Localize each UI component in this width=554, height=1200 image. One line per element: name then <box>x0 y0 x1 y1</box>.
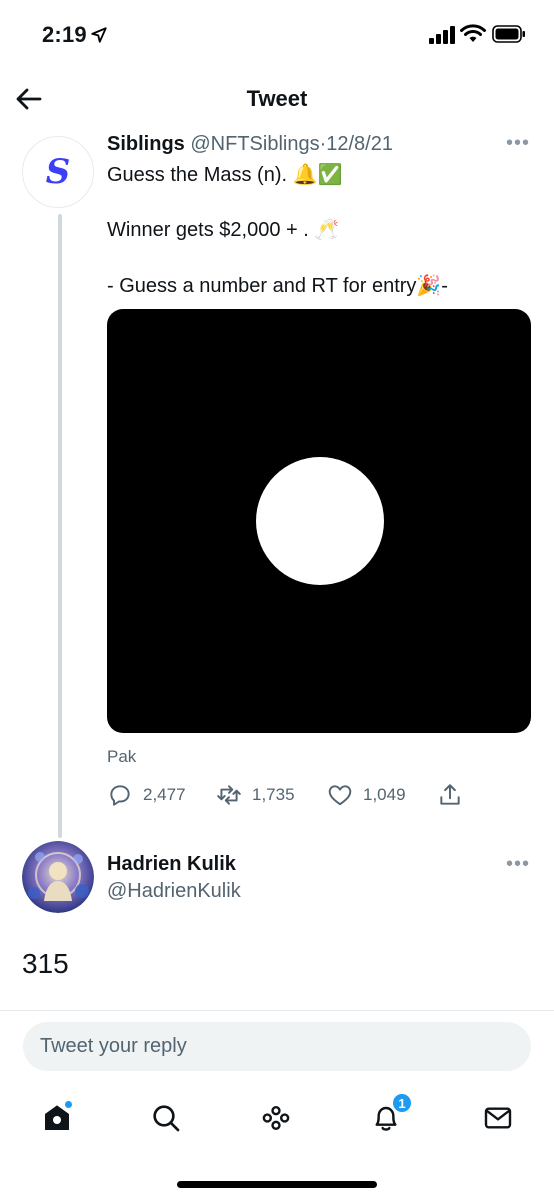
reply-composer[interactable] <box>23 1022 531 1071</box>
tweet-media[interactable] <box>107 309 531 733</box>
tweet-text-line: - Guess a number and RT for entry🎉- <box>107 275 448 297</box>
tweet-header: Siblings @NFTSiblings·12/8/21 <box>107 133 393 156</box>
divider <box>0 1010 554 1011</box>
retweet-count: 1,735 <box>252 785 295 804</box>
reply-text: 315 <box>22 948 69 979</box>
more-options-icon[interactable]: ••• <box>506 853 530 876</box>
thread-connector <box>58 214 62 838</box>
nav-header: Tweet <box>0 70 554 128</box>
status-time: 2:19 <box>42 22 87 47</box>
reply-count: 2,477 <box>143 785 186 804</box>
reply-input[interactable] <box>23 1022 531 1071</box>
heart-icon <box>328 785 352 806</box>
tweet-text-line: Guess the Mass (n). 🔔✅ <box>107 164 343 186</box>
like-count: 1,049 <box>363 785 406 804</box>
reply-icon <box>110 785 130 806</box>
home-indicator <box>177 1181 377 1188</box>
avatar-illustration <box>22 841 94 913</box>
back-arrow-icon[interactable] <box>14 84 44 114</box>
page-title: Tweet <box>246 86 308 111</box>
mail-icon <box>484 1107 512 1129</box>
reply-button[interactable]: 2,477 <box>107 780 186 810</box>
home-new-indicator <box>64 1100 73 1109</box>
retweet-button[interactable]: 1,735 <box>216 780 295 810</box>
wifi-icon <box>460 24 486 42</box>
media-caption[interactable]: Pak <box>107 747 136 767</box>
more-options-icon[interactable]: ••• <box>506 132 530 155</box>
share-button[interactable] <box>437 780 463 810</box>
like-button[interactable]: 1,049 <box>327 780 406 810</box>
tweet-date: 12/8/21 <box>326 133 393 155</box>
author-handle[interactable]: @NFTSiblings <box>190 133 319 155</box>
cellular-signal-icon <box>429 26 455 44</box>
location-arrow-icon <box>91 27 107 43</box>
search-icon <box>153 1105 180 1132</box>
tab-notifications[interactable]: 1 <box>366 1092 413 1138</box>
avatar[interactable]: S <box>22 136 94 208</box>
tab-spaces[interactable] <box>256 1098 296 1138</box>
battery-icon <box>492 25 525 43</box>
reply-author-handle[interactable]: @HadrienKulik <box>107 880 241 903</box>
tweet-text-line: Winner gets $2,000 + . 🥂 <box>107 219 340 241</box>
tab-bar: 1 <box>0 1090 554 1150</box>
status-bar: 2:19 <box>0 0 554 70</box>
notification-badge: 1 <box>391 1092 413 1114</box>
tab-messages[interactable] <box>478 1098 518 1138</box>
tweet-actions: 2,477 1,735 1,049 <box>107 780 531 810</box>
avatar-letter: S <box>45 152 71 192</box>
reply-author-name[interactable]: Hadrien Kulik <box>107 853 236 876</box>
retweet-icon <box>217 785 241 805</box>
media-circle <box>256 457 384 585</box>
spaces-icon <box>262 1106 290 1130</box>
avatar[interactable] <box>22 841 94 913</box>
author-name[interactable]: Siblings <box>107 133 185 155</box>
tab-home[interactable] <box>37 1098 77 1138</box>
tab-search[interactable] <box>146 1098 186 1138</box>
share-icon <box>440 784 460 805</box>
